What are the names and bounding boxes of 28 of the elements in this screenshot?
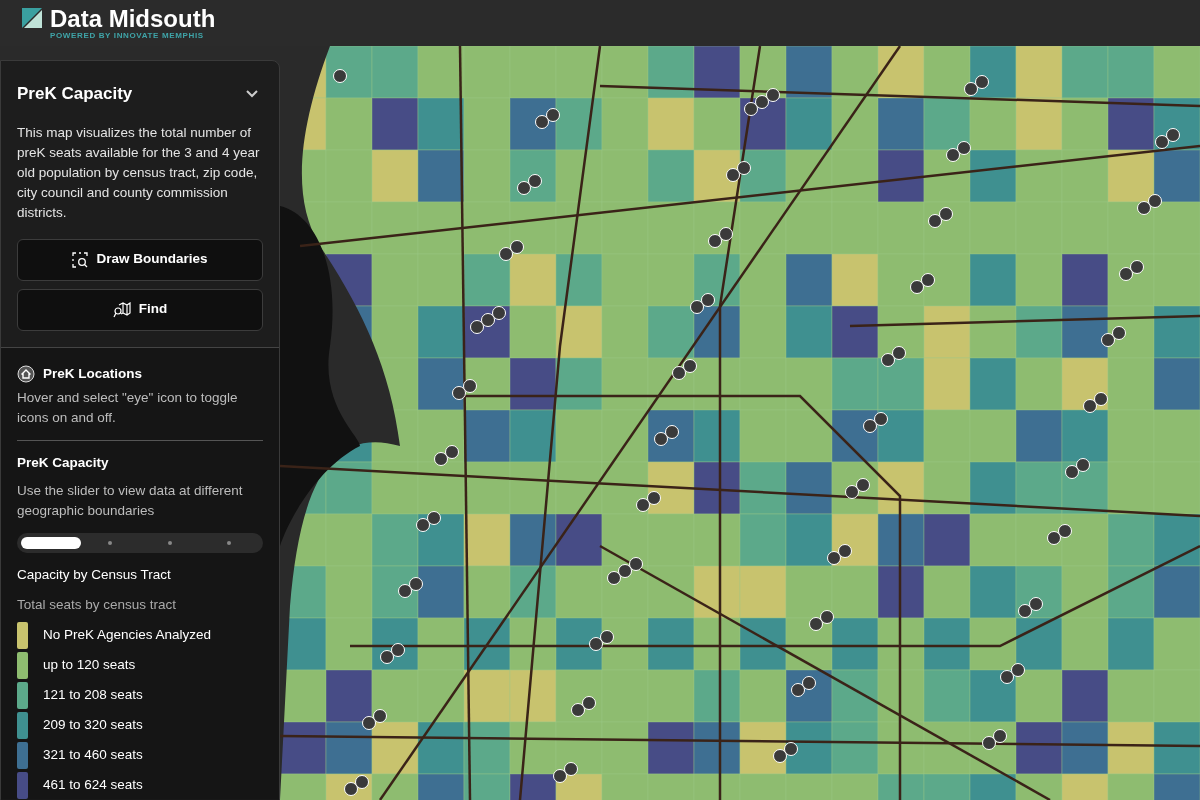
logo-icon [22,8,42,28]
search-area-icon [72,251,89,268]
legend-label: No PreK Agencies Analyzed [43,626,212,645]
panel-description: This map visualizes the total number of preK seats available for the 3 and 4 year old population by census tract, zip code, city council and county commission districts. [17,123,261,222]
boundary-slider[interactable] [17,533,263,553]
chevron-down-icon[interactable] [245,88,259,99]
legend-label: 209 to 320 seats [43,716,143,735]
legend-title: Capacity by Census Tract [17,566,172,584]
legend-label: 321 to 460 seats [43,746,143,765]
section-hint: Hover and select "eye" icon to toggle icons on and off. [17,387,263,441]
slider-thumb[interactable] [21,537,81,549]
legend-subtitle: Total seats by census tract [17,596,178,615]
legend-label: up to 120 seats [43,656,136,675]
find-button[interactable]: Find [17,288,263,331]
logo-text: Data Midsouth [50,6,216,32]
slider-stop[interactable] [167,541,172,545]
map-search-icon [112,301,131,318]
slider-stop[interactable] [227,541,232,545]
section-title: PreK Locations [43,364,143,383]
panel-title: PreK Capacity [17,83,133,105]
slider-stop[interactable] [108,541,113,545]
section-title: PreK Capacity [17,453,110,472]
draw-boundaries-button[interactable]: Draw Boundaries [17,238,263,281]
section-hint: Use the slider to view data at different geographic boundaries [17,482,244,520]
home-icon [17,364,35,383]
legend-label: 121 to 208 seats [43,686,143,705]
legend-label: 461 to 624 seats [43,776,143,795]
tagline: POWERED BY INNOVATE MEMPHIS [50,32,205,40]
